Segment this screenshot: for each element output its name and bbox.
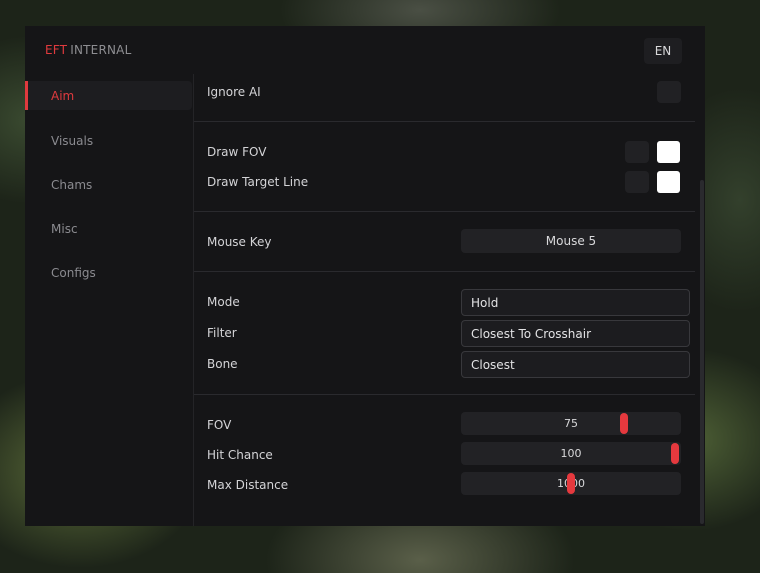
bone-label: Bone <box>207 357 238 371</box>
brand-text: INTERNAL <box>70 43 132 57</box>
ignore-ai-label: Ignore AI <box>207 85 261 99</box>
brand-accent-text: EFT <box>45 43 68 57</box>
mouse-key-button[interactable]: Mouse 5 <box>461 229 681 253</box>
section-divider <box>194 394 695 395</box>
sidebar-item-misc[interactable]: Misc <box>25 214 192 243</box>
section-divider <box>194 121 695 122</box>
fov-slider-handle[interactable] <box>620 413 628 434</box>
filter-label: Filter <box>207 326 237 340</box>
aim-settings-panel: Ignore AI Draw FOV Draw Target Line Mous… <box>193 74 705 526</box>
language-button[interactable]: EN <box>644 38 682 64</box>
fov-label: FOV <box>207 418 232 432</box>
ignore-ai-checkbox[interactable] <box>657 81 681 103</box>
max-distance-slider[interactable]: 1000 <box>461 472 681 495</box>
hit-chance-slider-handle[interactable] <box>671 443 679 464</box>
fov-value: 75 <box>564 417 578 430</box>
max-distance-label: Max Distance <box>207 478 289 492</box>
section-divider <box>194 211 695 212</box>
hit-chance-slider[interactable]: 100 <box>461 442 681 465</box>
app-title: EFT INTERNAL <box>45 43 131 57</box>
draw-fov-checkbox[interactable] <box>625 141 649 163</box>
draw-fov-label: Draw FOV <box>207 145 267 159</box>
sidebar-item-configs[interactable]: Configs <box>25 258 192 287</box>
hit-chance-label: Hit Chance <box>207 448 273 462</box>
hit-chance-value: 100 <box>560 447 582 460</box>
draw-fov-color-picker[interactable] <box>657 141 680 163</box>
sidebar-item-visuals[interactable]: Visuals <box>25 126 192 155</box>
mode-label: Mode <box>207 295 240 309</box>
title-bar: EFT INTERNAL EN <box>25 26 705 74</box>
max-distance-slider-handle[interactable] <box>567 473 575 494</box>
fov-slider[interactable]: 75 <box>461 412 681 435</box>
bone-select[interactable]: Closest <box>461 351 690 378</box>
sidebar-item-chams[interactable]: Chams <box>25 170 192 199</box>
sidebar-item-aim[interactable]: Aim <box>25 81 192 110</box>
draw-target-line-label: Draw Target Line <box>207 175 309 189</box>
scrollbar[interactable] <box>700 180 704 524</box>
section-divider <box>194 271 695 272</box>
filter-select[interactable]: Closest To Crosshair <box>461 320 690 347</box>
sidebar: Aim Visuals Chams Misc Configs <box>25 74 193 526</box>
draw-target-line-color-picker[interactable] <box>657 171 680 193</box>
cheat-menu-window: EFT INTERNAL EN Aim Visuals Chams Misc Co… <box>25 26 705 526</box>
mode-select[interactable]: Hold <box>461 289 690 316</box>
mouse-key-label: Mouse Key <box>207 235 272 249</box>
draw-target-line-checkbox[interactable] <box>625 171 649 193</box>
